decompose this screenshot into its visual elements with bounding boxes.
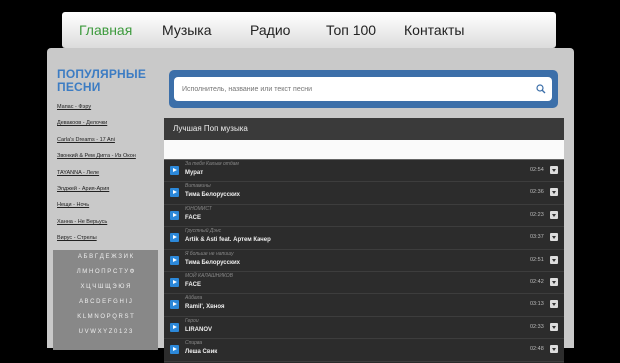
- track-list-header: Лучшая Поп музыка: [164, 118, 564, 140]
- track-row[interactable]: ЮНОМИСТ FACE 02:23: [164, 204, 564, 228]
- track-artist[interactable]: LIRANOV: [185, 327, 212, 333]
- play-icon[interactable]: [170, 233, 179, 243]
- search-bar: [169, 70, 558, 108]
- popular-song-link[interactable]: Вирус - Стрелы: [57, 235, 159, 241]
- download-icon[interactable]: [550, 166, 558, 174]
- play-icon[interactable]: [170, 345, 179, 355]
- track-duration: 03:13: [530, 301, 544, 308]
- track-duration: 02:48: [530, 346, 544, 353]
- search-icon[interactable]: [536, 84, 546, 94]
- alphabet-row[interactable]: K L M N O P Q R S T: [53, 310, 158, 325]
- popular-song-link[interactable]: Мапас - Фэру: [57, 104, 159, 110]
- nav-home[interactable]: Главная: [79, 22, 132, 38]
- popular-song-link[interactable]: Элджей - Ария-Ария: [57, 186, 159, 192]
- popular-song-link[interactable]: Девакоов - Делочки: [57, 120, 159, 126]
- track-duration: 02:54: [530, 167, 544, 173]
- download-icon[interactable]: [550, 345, 558, 354]
- popular-song-link[interactable]: TAYANNA - Леле: [57, 170, 159, 176]
- play-icon[interactable]: [170, 255, 179, 265]
- play-icon[interactable]: [170, 210, 179, 220]
- track-row[interactable]: Я больше не напишу Тима Белорусских 02:51: [164, 249, 564, 272]
- sidebar: ПОПУЛЯРНЫЕ ПЕСНИ Мапас - Фэру Девакоов -…: [57, 68, 159, 252]
- alphabet-row[interactable]: А Б В Г Д Е Ж З И К: [53, 250, 158, 265]
- play-icon[interactable]: [170, 300, 179, 310]
- download-icon[interactable]: [550, 210, 558, 219]
- track-subtitle: Витамины: [185, 183, 211, 190]
- download-icon[interactable]: [550, 188, 558, 197]
- track-duration: 02:51: [530, 256, 544, 263]
- play-icon[interactable]: [170, 277, 179, 287]
- download-icon[interactable]: [550, 255, 558, 264]
- nav-music[interactable]: Музыка: [162, 22, 212, 38]
- track-row[interactable]: Герои LIRANOV 02:33: [164, 316, 564, 340]
- track-subtitle: Я больше не напишу: [185, 250, 234, 257]
- track-duration: 02:33: [530, 323, 544, 330]
- track-row[interactable]: Спирва Леша Свик 02:48: [164, 339, 564, 362]
- track-artist[interactable]: Тима Белорусских: [185, 260, 240, 266]
- track-duration: 02:36: [530, 189, 544, 196]
- nav-top100[interactable]: Топ 100: [326, 22, 376, 38]
- nav-radio[interactable]: Радио: [250, 22, 290, 38]
- track-row[interactable]: Айбала Ramil', Хвноя 03:13: [164, 294, 564, 317]
- download-icon[interactable]: [550, 277, 558, 286]
- track-row[interactable]: Грустный Дэнс Artik & Asti feat. Артем Ка…: [164, 227, 564, 250]
- alphabet-index: А Б В Г Д Е Ж З И К Л М Н О П Р С Т У Ф …: [53, 250, 158, 350]
- track-list: За тебя Калым отдам Мурат 02:54 Витамины Тим…: [164, 160, 564, 362]
- play-icon[interactable]: [170, 322, 179, 332]
- track-row[interactable]: Витамины Тима Белорусских 02:36: [164, 182, 564, 205]
- play-icon[interactable]: [170, 188, 179, 198]
- track-artist[interactable]: Леша Свик: [185, 349, 217, 355]
- track-artist[interactable]: Мурат: [185, 170, 203, 176]
- content-wrapper: ПОПУЛЯРНЫЕ ПЕСНИ Мапас - Фэру Девакоов -…: [47, 48, 574, 363]
- track-duration: 02:23: [530, 211, 544, 218]
- alphabet-row[interactable]: A B C D E F G H I J: [53, 295, 158, 310]
- track-subtitle: МОЙ КАЛАШНИКОВ: [185, 272, 233, 279]
- track-row[interactable]: За тебя Калым отдам Мурат 02:54: [164, 160, 564, 183]
- track-subtitle: Спирва: [185, 340, 203, 347]
- sidebar-title: ПОПУЛЯРНЫЕ ПЕСНИ: [57, 67, 147, 94]
- track-subtitle: Айбала: [185, 295, 203, 302]
- track-subtitle: Герои: [185, 317, 199, 324]
- track-artist[interactable]: Ramil', Хвноя: [185, 304, 225, 310]
- track-duration: 02:42: [530, 278, 544, 285]
- nav-contacts[interactable]: Контакты: [404, 22, 464, 38]
- track-artist[interactable]: Тима Белорусских: [185, 192, 240, 198]
- track-artist[interactable]: FACE: [185, 215, 201, 221]
- alphabet-row[interactable]: Л М Н О П Р С Т У Ф: [53, 265, 158, 280]
- track-row[interactable]: МОЙ КАЛАШНИКОВ FACE 02:42: [164, 271, 564, 295]
- track-artist[interactable]: Artik & Asti feat. Артем Качер: [185, 237, 271, 243]
- play-icon[interactable]: [170, 166, 179, 175]
- search-input[interactable]: [174, 77, 552, 101]
- track-list-panel: Лучшая Поп музыка За тебя Калым отдам Мур…: [164, 118, 564, 363]
- main-nav: Главная Музыка Радио Топ 100 Контакты: [62, 12, 556, 48]
- popular-songs-list: Мапас - Фэру Девакоов - Делочки Carla's …: [57, 104, 159, 241]
- popular-song-link[interactable]: Звонкий & Рем Дигга - Из Окон: [57, 153, 159, 159]
- popular-song-link[interactable]: Нещи - Ночь: [57, 202, 159, 208]
- track-artist[interactable]: FACE: [185, 282, 201, 288]
- popular-song-link[interactable]: Ханна - Не Верьусь: [57, 219, 159, 225]
- track-subtitle: Грустный Дэнс: [185, 228, 222, 235]
- alphabet-row[interactable]: U V W X Y Z 0 1 2 3: [53, 325, 158, 340]
- track-subtitle: За тебя Калым отдам: [185, 161, 239, 167]
- popular-song-link[interactable]: Carla's Dreams - 17 Ani: [57, 137, 159, 143]
- track-subtitle: ЮНОМИСТ: [185, 205, 212, 212]
- download-icon[interactable]: [550, 300, 558, 309]
- alphabet-row[interactable]: Х Ц Ч Ш Щ Э Ю Я: [53, 280, 158, 295]
- download-icon[interactable]: [550, 233, 558, 242]
- track-duration: 03:37: [530, 234, 544, 241]
- download-icon[interactable]: [550, 322, 558, 331]
- track-list-subheader: [164, 140, 564, 160]
